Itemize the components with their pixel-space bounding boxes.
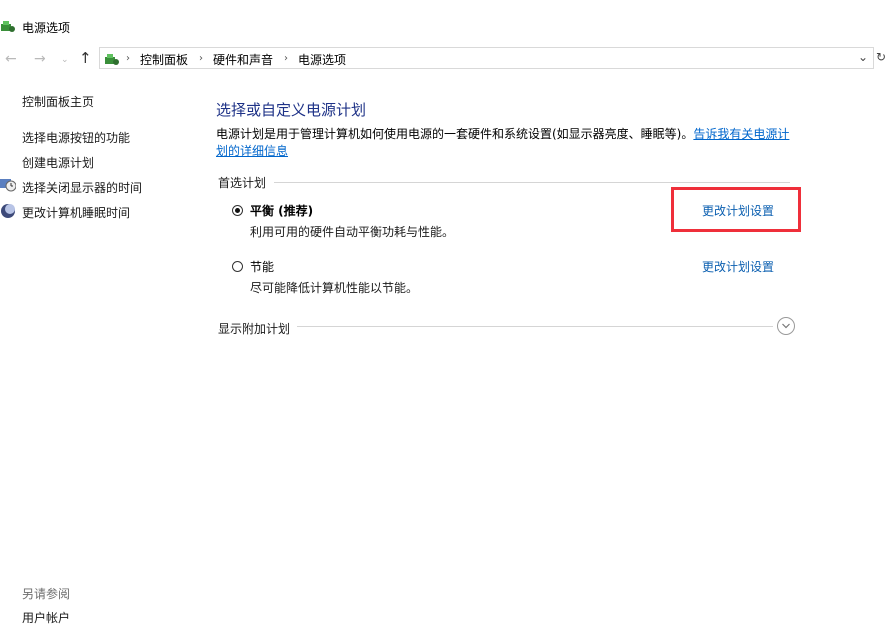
- power-saver-plan-name[interactable]: 节能: [250, 258, 274, 275]
- sidebar-power-button-function[interactable]: 选择电源按钮的功能: [22, 129, 130, 146]
- back-button[interactable]: ←: [5, 51, 17, 67]
- show-additional-plans-label[interactable]: 显示附加计划: [218, 320, 297, 337]
- refresh-icon[interactable]: ↻: [876, 50, 886, 64]
- description-text: 电源计划是用于管理计算机如何使用电源的一套硬件和系统设置(如显示器亮度、睡眠等)…: [216, 127, 694, 141]
- sidebar-display-off-time[interactable]: 选择关闭显示器的时间: [22, 179, 142, 196]
- breadcrumb-power-options[interactable]: 电源选项: [298, 51, 346, 68]
- recent-locations-button[interactable]: ⌄: [61, 52, 69, 68]
- balanced-plan-description: 利用可用的硬件自动平衡功耗与性能。: [250, 225, 455, 239]
- breadcrumb-control-panel[interactable]: 控制面板: [140, 51, 188, 68]
- power-options-icon: [1, 21, 15, 32]
- highlight-box: [671, 187, 801, 232]
- power-saver-plan-description: 尽可能降低计算机性能以节能。: [250, 281, 419, 295]
- balanced-plan-name[interactable]: 平衡 (推荐): [250, 202, 313, 219]
- preferred-plans-label: 首选计划: [218, 174, 273, 191]
- moon-icon: [1, 204, 15, 218]
- breadcrumb-separator[interactable]: ›: [199, 53, 203, 64]
- page-title: 选择或自定义电源计划: [216, 101, 367, 119]
- control-panel-icon: [105, 54, 119, 65]
- breadcrumb-separator[interactable]: ›: [126, 53, 130, 64]
- balanced-plan-radio[interactable]: [232, 205, 243, 216]
- see-also-heading: 另请参阅: [22, 587, 71, 601]
- breadcrumb-separator[interactable]: ›: [284, 53, 288, 64]
- sidebar-control-panel-home[interactable]: 控制面板主页: [22, 93, 94, 110]
- preferred-divider: [274, 182, 790, 183]
- user-accounts-link[interactable]: 用户帐户: [22, 609, 70, 626]
- sidebar-sleep-time[interactable]: 更改计算机睡眠时间: [22, 204, 130, 221]
- chevron-down-circle-icon[interactable]: [777, 317, 795, 335]
- forward-button[interactable]: →: [34, 51, 46, 67]
- breadcrumb-hardware-sound[interactable]: 硬件和声音: [213, 51, 273, 68]
- page-description: 电源计划是用于管理计算机如何使用电源的一套硬件和系统设置(如显示器亮度、睡眠等)…: [216, 126, 796, 160]
- address-dropdown-icon[interactable]: ⌄: [858, 50, 868, 64]
- power-saver-plan-radio[interactable]: [232, 261, 243, 272]
- power-saver-change-settings-link[interactable]: 更改计划设置: [702, 258, 774, 275]
- sidebar-create-power-plan[interactable]: 创建电源计划: [22, 154, 94, 171]
- up-button[interactable]: ↑: [79, 50, 92, 66]
- window-title: 电源选项: [22, 21, 71, 35]
- additional-divider: [297, 326, 773, 327]
- monitor-clock-icon: [0, 179, 16, 192]
